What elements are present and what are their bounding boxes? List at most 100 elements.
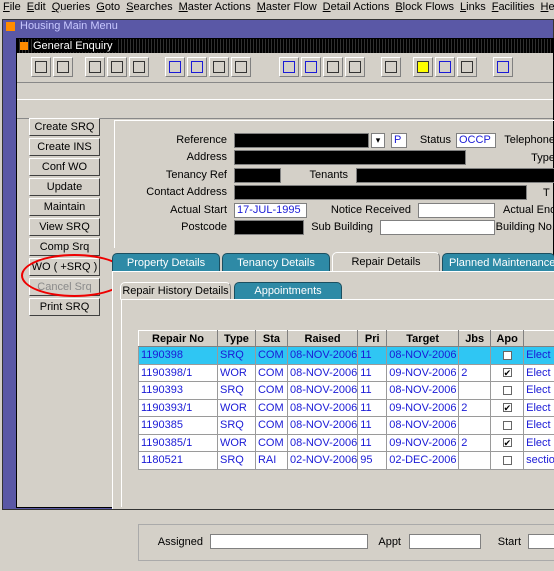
cell-type[interactable]: SRQ (216, 451, 256, 470)
menu-item[interactable]: Master Flow (254, 0, 320, 14)
cell-jbs[interactable] (458, 381, 492, 400)
menu-item[interactable]: Goto (93, 0, 123, 14)
cell-description[interactable]: Elect (523, 363, 554, 382)
status-field[interactable]: OCCP (456, 133, 496, 148)
cell-raised[interactable]: 08-NOV-2006 (286, 416, 359, 435)
menu-item[interactable]: File (0, 0, 24, 14)
cell-repair-no[interactable]: 1190393/1 (138, 398, 218, 417)
table-row[interactable]: 1190393 SRQ COM 08-NOV-2006 11 08-NOV-2006 Ele… (138, 381, 554, 400)
cell-description[interactable]: Elect (523, 381, 554, 400)
apo-checkbox[interactable] (502, 350, 512, 360)
postcode-field[interactable] (234, 220, 304, 235)
cell-target[interactable]: 08-NOV-2006 (386, 381, 460, 400)
cell-sta[interactable]: COM (254, 398, 288, 417)
apo-checkbox[interactable] (502, 385, 512, 395)
cell-target[interactable]: 09-NOV-2006 (386, 433, 460, 452)
insert-icon[interactable] (323, 57, 343, 77)
delete-icon[interactable] (345, 57, 365, 77)
appt-field[interactable] (409, 534, 481, 549)
assigned-field[interactable] (210, 534, 368, 549)
doc-icon[interactable] (457, 57, 477, 77)
cell-raised[interactable]: 02-NOV-2006 (286, 451, 359, 470)
list-icon[interactable] (107, 57, 127, 77)
table-row[interactable]: 1190398 SRQ COM 08-NOV-2006 11 08-NOV-2006 Ele… (138, 346, 554, 365)
cell-target[interactable]: 02-DEC-2006 (386, 451, 460, 470)
cell-description[interactable]: Elect (523, 346, 554, 365)
tenants-field[interactable] (356, 168, 554, 183)
menu-item[interactable]: Block Flows (392, 0, 457, 14)
cell-repair-no[interactable]: 1190398/1 (138, 363, 218, 382)
cell-type[interactable]: SRQ (216, 346, 256, 365)
cell-type[interactable]: SRQ (216, 381, 256, 400)
print-icon[interactable] (31, 57, 51, 77)
reference-dropdown[interactable]: ▾ (371, 133, 385, 148)
create-srq-button[interactable]: Create SRQ (29, 118, 100, 136)
menu-item[interactable]: He (538, 0, 554, 14)
cancel-icon[interactable] (129, 57, 149, 77)
cell-jbs[interactable] (458, 416, 492, 435)
cell-jbs[interactable]: 2 (458, 363, 492, 382)
cell-pri[interactable]: 95 (357, 451, 388, 470)
cell-repair-no[interactable]: 1190385 (138, 416, 218, 435)
address-field[interactable] (234, 150, 466, 165)
table-row[interactable]: 1180521 SRQ RAI 02-NOV-2006 95 02-DEC-2006 sec… (138, 451, 554, 470)
cell-type[interactable]: WOR (216, 433, 256, 452)
cell-repair-no[interactable]: 1190393 (138, 381, 218, 400)
next-icon[interactable] (187, 57, 207, 77)
cell-sta[interactable]: COM (254, 346, 288, 365)
cell-target[interactable]: 09-NOV-2006 (386, 398, 460, 417)
cell-repair-no[interactable]: 1190385/1 (138, 433, 218, 452)
cell-raised[interactable]: 08-NOV-2006 (286, 398, 359, 417)
tab-repair-details[interactable]: Repair Details (332, 252, 440, 272)
reference-suffix[interactable]: P (391, 133, 407, 148)
tab-property-details[interactable]: Property Details (112, 253, 220, 272)
window-icon[interactable] (53, 57, 73, 77)
cell-target[interactable]: 08-NOV-2006 (386, 416, 460, 435)
table-row[interactable]: 1190385/1 WOR COM 08-NOV-2006 11 09-NOV-2006 2… (138, 433, 554, 452)
cell-jbs[interactable] (458, 451, 492, 470)
start-field[interactable] (528, 534, 554, 549)
first-record-icon[interactable] (85, 57, 105, 77)
table-row[interactable]: 1190393/1 WOR COM 08-NOV-2006 11 09-NOV-2006 2… (138, 398, 554, 417)
menu-item[interactable]: Queries (49, 0, 94, 14)
prev-block-icon[interactable] (279, 57, 299, 77)
edit-icon[interactable] (381, 57, 401, 77)
cell-repair-no[interactable]: 1180521 (138, 451, 218, 470)
cell-pri[interactable]: 11 (357, 416, 388, 435)
cell-raised[interactable]: 08-NOV-2006 (286, 433, 359, 452)
apo-checkbox[interactable] (502, 420, 512, 430)
cell-sta[interactable]: COM (254, 416, 288, 435)
cell-sta[interactable]: COM (254, 363, 288, 382)
cell-raised[interactable]: 08-NOV-2006 (286, 346, 359, 365)
menu-item[interactable]: Links (457, 0, 489, 14)
tenancy-ref-field[interactable] (234, 168, 281, 183)
cell-description[interactable]: Elect (523, 433, 554, 452)
sub-building-field[interactable] (380, 220, 495, 235)
cell-pri[interactable]: 11 (357, 433, 388, 452)
cell-jbs[interactable]: 2 (458, 433, 492, 452)
menu-item[interactable]: Edit (24, 0, 49, 14)
notice-received-field[interactable] (418, 203, 495, 218)
cell-description[interactable]: Elect (523, 398, 554, 417)
tab-repair-history-details[interactable]: Repair History Details (120, 282, 231, 300)
cell-description[interactable]: sectio (523, 451, 554, 470)
cell-sta[interactable]: COM (254, 433, 288, 452)
table-row[interactable]: 1190385 SRQ COM 08-NOV-2006 11 08-NOV-2006 Ele… (138, 416, 554, 435)
apo-checkbox[interactable]: ✔ (502, 438, 512, 448)
menu-item[interactable]: Searches (123, 0, 175, 14)
table-row[interactable]: 1190398/1 WOR COM 08-NOV-2006 11 09-NOV-2006 2… (138, 363, 554, 382)
create-ins-button[interactable]: Create INS (29, 138, 100, 156)
maintain-button[interactable]: Maintain (29, 198, 100, 216)
apo-checkbox[interactable]: ✔ (502, 368, 512, 378)
key-icon[interactable] (435, 57, 455, 77)
reference-field[interactable] (234, 133, 369, 148)
conf-wo-button[interactable]: Conf WO (29, 158, 100, 176)
clear-icon[interactable] (231, 57, 251, 77)
cell-raised[interactable]: 08-NOV-2006 (286, 363, 359, 382)
cell-type[interactable]: WOR (216, 363, 256, 382)
cell-type[interactable]: SRQ (216, 416, 256, 435)
cell-raised[interactable]: 08-NOV-2006 (286, 381, 359, 400)
tab-planned-maintenance[interactable]: Planned Maintenance (442, 253, 554, 272)
apo-checkbox[interactable] (502, 455, 512, 465)
prev-icon[interactable] (165, 57, 185, 77)
